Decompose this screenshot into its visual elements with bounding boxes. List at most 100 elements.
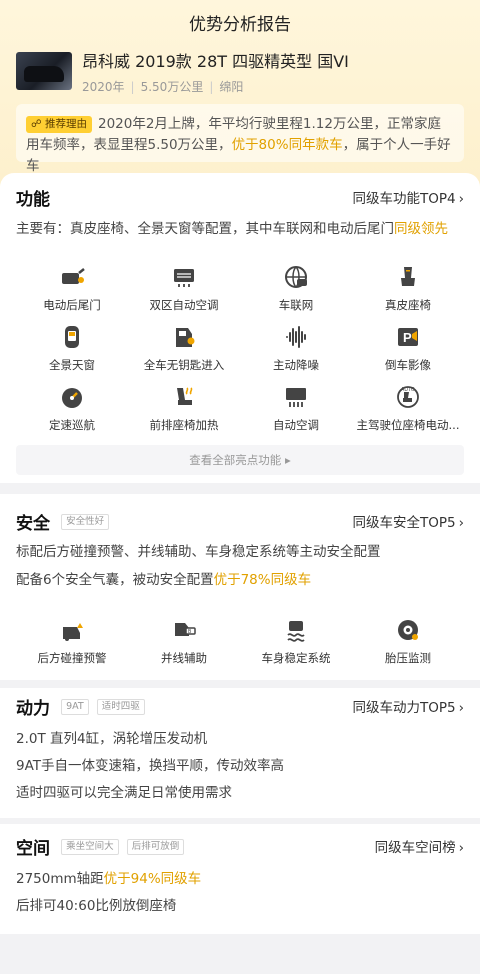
- feature-label: 车身稳定系统: [261, 651, 331, 665]
- feature-item-2[interactable]: 车联网: [240, 263, 352, 323]
- space-card: 空间 乘坐空间大 后排可放倒 同级车空间榜 › 2750mm轴距优于94%同级车 …: [0, 824, 480, 934]
- car-summary[interactable]: 昂科威 2019款 28T 四驱精英型 国VI 2020年 | 5.50万公里 | 绵阳: [16, 52, 349, 95]
- feature-item-4[interactable]: 全景天窗: [16, 323, 128, 383]
- reverse-camera-icon: P: [352, 323, 464, 351]
- feature-item-11[interactable]: AUTO 主驾驶位座椅电动...: [352, 383, 464, 443]
- svg-text:P: P: [403, 330, 412, 345]
- feature-label: 主驾驶位座椅电动...: [356, 418, 460, 432]
- car-year: 2020年: [82, 80, 125, 94]
- space-rank-link[interactable]: 同级车空间榜 ›: [375, 836, 464, 856]
- svg-text:AUTO: AUTO: [401, 387, 415, 393]
- feature-label: 真皮座椅: [385, 298, 431, 312]
- feature-label: 全车无钥匙进入: [143, 358, 225, 372]
- safety-highlight: 优于78%同级车: [213, 572, 312, 588]
- safety-line-1: 标配后方碰撞预警、并线辅助、车身稳定系统等主动安全配置: [16, 544, 381, 560]
- power-tailgate-icon: [16, 263, 128, 291]
- feature-label: 全景天窗: [49, 358, 95, 372]
- space-tag-cabin: 乘坐空间大: [61, 838, 119, 855]
- safety-rank-link[interactable]: 同级车安全TOP5 ›: [352, 511, 464, 531]
- stability-control-icon: [240, 616, 352, 644]
- lane-change-assist-icon: B: [128, 616, 240, 644]
- car-city: 绵阳: [219, 80, 244, 94]
- seat-heating-icon: [128, 383, 240, 411]
- feature-label: 倒车影像: [385, 358, 431, 372]
- triangle-right-icon: ▸: [284, 453, 291, 467]
- feature-label: 电动后尾门: [43, 298, 101, 312]
- car-mileage: 5.50万公里: [140, 80, 204, 94]
- feature-item-2[interactable]: 车身稳定系统: [240, 616, 352, 676]
- car-thumbnail: [16, 52, 72, 90]
- feature-item-1[interactable]: 双区自动空调: [128, 263, 240, 323]
- car-meta: 2020年 | 5.50万公里 | 绵阳: [82, 80, 244, 94]
- space-line-2: 后排可40:60比例放倒座椅: [16, 898, 177, 914]
- feature-item-5[interactable]: 全车无钥匙进入: [128, 323, 240, 383]
- feature-label: 主动降噪: [273, 358, 319, 372]
- tire-pressure-icon: [352, 616, 464, 644]
- space-desc: 2750mm轴距优于94%同级车 后排可40:60比例放倒座椅: [16, 866, 464, 920]
- power-line-3: 适时四驱可以完全满足日常使用需求: [16, 785, 232, 801]
- rear-collision-warning-icon: [16, 616, 128, 644]
- power-rank-link[interactable]: 同级车动力TOP5 ›: [352, 696, 464, 716]
- feature-label: 胎压监测: [385, 651, 431, 665]
- features-rank-link[interactable]: 同级车功能TOP4 ›: [352, 187, 464, 207]
- power-tag-transmission: 9AT: [61, 698, 89, 715]
- features-desc-highlight: 同级领先: [394, 221, 448, 237]
- space-title: 空间: [16, 839, 50, 859]
- feature-label: 并线辅助: [161, 651, 207, 665]
- dual-zone-ac-icon: [128, 263, 240, 291]
- feature-item-7[interactable]: P 倒车影像: [352, 323, 464, 383]
- reason-highlight: 优于80%同年款车: [231, 137, 343, 153]
- space-highlight: 优于94%同级车: [103, 871, 202, 887]
- safety-tag: 安全性好: [61, 513, 110, 530]
- power-tag-drive: 适时四驱: [96, 698, 145, 715]
- feature-item-0[interactable]: 电动后尾门: [16, 263, 128, 323]
- features-header: 功能 同级车功能TOP4 ›: [16, 185, 464, 210]
- feature-item-6[interactable]: 主动降噪: [240, 323, 352, 383]
- feature-item-9[interactable]: 前排座椅加热: [128, 383, 240, 443]
- leather-seat-icon: [352, 263, 464, 291]
- chevron-right-icon: ›: [458, 515, 464, 531]
- feature-label: 后方碰撞预警: [37, 651, 107, 665]
- features-desc: 主要有：真皮座椅、全景天窗等配置，其中车联网和电动后尾门同级领先: [16, 221, 448, 237]
- features-card: 功能 同级车功能TOP4 › 主要有：真皮座椅、全景天窗等配置，其中车联网和电动后…: [0, 173, 480, 483]
- recommend-reason-tag: ☍ 推荐理由: [26, 116, 92, 133]
- safety-header: 安全 安全性好 同级车安全TOP5 ›: [16, 509, 464, 534]
- chevron-right-icon: ›: [458, 840, 464, 856]
- connected-car-icon: [240, 263, 352, 291]
- power-desc: 2.0T 直列4缸，涡轮增压发动机 9AT手自一体变速箱，换挡平顺，传动效率高 …: [16, 726, 464, 807]
- feature-item-3[interactable]: 真皮座椅: [352, 263, 464, 323]
- chevron-right-icon: ›: [458, 700, 464, 716]
- feature-item-10[interactable]: 自动空调: [240, 383, 352, 443]
- chevron-right-icon: ›: [458, 191, 464, 207]
- safety-card: 安全 安全性好 同级车安全TOP5 › 标配后方碰撞预警、并线辅助、车身稳定系统等…: [0, 494, 480, 680]
- features-title: 功能: [16, 190, 50, 210]
- feature-item-3[interactable]: 胎压监测: [352, 616, 464, 676]
- power-title: 动力: [16, 699, 50, 719]
- power-seat-icon: AUTO: [352, 383, 464, 411]
- feature-label: 车联网: [278, 298, 314, 312]
- power-line-2: 9AT手自一体变速箱，换挡平顺，传动效率高: [16, 758, 285, 774]
- feature-label: 双区自动空调: [149, 298, 219, 312]
- feature-label: 定速巡航: [49, 418, 95, 432]
- power-card: 动力 9AT 适时四驱 同级车动力TOP5 › 2.0T 直列4缸，涡轮增压发动机…: [0, 688, 480, 818]
- feature-item-8[interactable]: 定速巡航: [16, 383, 128, 443]
- noise-cancel-icon: [240, 323, 352, 351]
- view-all-features-button[interactable]: 查看全部亮点功能 ▸: [16, 445, 464, 475]
- features-grid: 电动后尾门 双区自动空调 车联网 真皮座椅全景天窗 全车无钥匙进入 主动降噪 P 倒车影像定速…: [16, 263, 464, 443]
- power-line-1: 2.0T 直列4缸，涡轮增压发动机: [16, 731, 208, 747]
- power-header: 动力 9AT 适时四驱 同级车动力TOP5 ›: [16, 694, 464, 719]
- safety-grid: 后方碰撞预警 B 并线辅助 车身稳定系统 胎压监测: [16, 616, 464, 676]
- cruise-control-icon: [16, 383, 128, 411]
- space-header: 空间 乘坐空间大 后排可放倒 同级车空间榜 ›: [16, 834, 464, 859]
- keyless-entry-icon: [128, 323, 240, 351]
- recommend-reason: ☍ 推荐理由 2020年2月上牌，年平均行驶里程1.12万公里，正常家庭用车频率，…: [16, 104, 464, 174]
- page-title: 优势分析报告: [189, 15, 291, 35]
- space-tag-fold: 后排可放倒: [126, 838, 185, 855]
- header-background: 优势分析报告 昂科威 2019款 28T 四驱精英型 国VI 2020年 | 5.5…: [0, 0, 480, 190]
- feature-item-0[interactable]: 后方碰撞预警: [16, 616, 128, 676]
- safety-title: 安全: [16, 514, 50, 534]
- safety-desc: 标配后方碰撞预警、并线辅助、车身稳定系统等主动安全配置 配备6个安全气囊，被动安…: [16, 540, 464, 592]
- feature-item-1[interactable]: B 并线辅助: [128, 616, 240, 676]
- auto-ac-icon: [240, 383, 352, 411]
- safety-line-2: 配备6个安全气囊，被动安全配置优于78%同级车: [16, 572, 312, 588]
